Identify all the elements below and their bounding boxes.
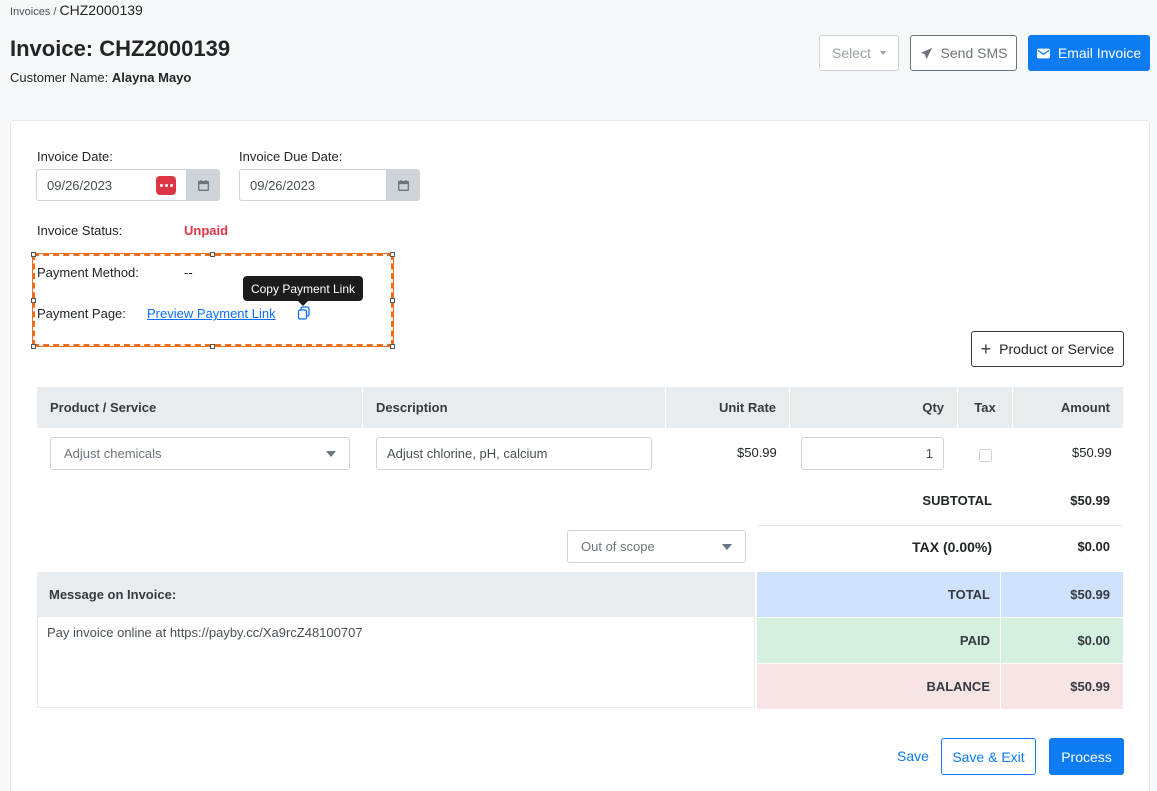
calendar-icon: [197, 179, 209, 191]
more-dots-icon[interactable]: [156, 175, 176, 195]
invoice-date-input[interactable]: 09/26/2023: [36, 169, 186, 201]
subtotal-label: SUBTOTAL: [922, 493, 992, 508]
resize-handle[interactable]: [210, 252, 215, 257]
paid-value: $0.00: [1001, 618, 1123, 663]
process-button[interactable]: Process: [1049, 738, 1124, 775]
column-header-qty: Qty: [789, 387, 957, 428]
dropdown-arrow-icon: [722, 543, 732, 550]
tax-rate-select-value: Out of scope: [581, 539, 655, 554]
resize-handle[interactable]: [31, 252, 36, 257]
add-product-label: Product or Service: [999, 341, 1115, 357]
email-invoice-label: Email Invoice: [1057, 45, 1142, 61]
invoice-date-label: Invoice Date:: [37, 149, 113, 164]
breadcrumb-invoices-link[interactable]: Invoices: [10, 6, 50, 18]
due-date-calendar-button[interactable]: [386, 169, 420, 201]
select-dropdown-button[interactable]: Select: [819, 35, 899, 71]
column-header-tax: Tax: [957, 387, 1012, 428]
due-date-input[interactable]: 09/26/2023: [239, 169, 386, 201]
breadcrumb-current: CHZ2000139: [59, 2, 143, 18]
resize-handle[interactable]: [31, 344, 36, 349]
product-select-value: Adjust chemicals: [64, 446, 162, 461]
column-header-product: Product / Service: [50, 400, 157, 415]
column-header-amount: Amount: [1012, 387, 1123, 428]
plus-icon: +: [980, 339, 992, 359]
customer-name: Customer Name: Alayna Mayo: [10, 70, 191, 85]
totals-divider: [757, 525, 1123, 526]
resize-handle[interactable]: [210, 344, 215, 349]
subtotal-value: $50.99: [1070, 493, 1110, 508]
add-product-or-service-button[interactable]: + Product or Service: [971, 331, 1124, 367]
tax-rate-select[interactable]: Out of scope: [567, 530, 746, 563]
payment-method-value: --: [184, 265, 193, 280]
dropdown-arrow-icon: [326, 450, 336, 457]
product-select[interactable]: Adjust chemicals: [50, 437, 350, 470]
tax-value: $0.00: [1077, 539, 1110, 554]
balance-value: $50.99: [1001, 664, 1123, 709]
balance-label: BALANCE: [757, 664, 1000, 709]
email-invoice-button[interactable]: Email Invoice: [1028, 35, 1150, 71]
send-sms-button[interactable]: Send SMS: [910, 35, 1017, 71]
total-value: $50.99: [1001, 572, 1123, 617]
envelope-icon: [1036, 48, 1050, 58]
line-items-table-header: Product / Service Description Unit Rate …: [37, 387, 1123, 428]
column-header-unit-rate: Unit Rate: [665, 387, 789, 428]
resize-handle[interactable]: [31, 298, 36, 303]
total-label: TOTAL: [757, 572, 1000, 617]
breadcrumb-separator: /: [50, 6, 60, 18]
calendar-icon: [397, 179, 409, 191]
payment-method-label: Payment Method:: [37, 265, 139, 280]
invoice-status-value: Unpaid: [184, 223, 229, 238]
caret-down-icon: [879, 51, 886, 55]
tax-checkbox[interactable]: [979, 449, 992, 462]
select-label: Select: [832, 45, 871, 61]
message-on-invoice-textarea[interactable]: Pay invoice online at https://payby.cc/X…: [37, 617, 755, 708]
payment-page-label: Payment Page:: [37, 306, 126, 321]
due-date-value: 09/26/2023: [250, 177, 316, 193]
tax-label: TAX (0.00%): [912, 539, 992, 555]
preview-payment-link[interactable]: Preview Payment Link: [147, 306, 276, 321]
paid-row: PAID $0.00: [757, 618, 1123, 663]
qty-input[interactable]: 1: [801, 437, 944, 470]
breadcrumb: Invoices / CHZ2000139: [10, 2, 143, 18]
paid-label: PAID: [757, 618, 1000, 663]
message-on-invoice-label: Message on Invoice:: [37, 572, 755, 617]
customer-name-value: Alayna Mayo: [111, 70, 192, 85]
total-row: TOTAL $50.99: [757, 572, 1123, 617]
due-date-label: Invoice Due Date:: [239, 149, 343, 164]
customer-name-label: Customer Name:: [10, 70, 109, 85]
balance-row: BALANCE $50.99: [757, 664, 1123, 709]
save-button[interactable]: Save: [897, 748, 929, 764]
unit-rate-value: $50.99: [737, 445, 777, 460]
resize-handle[interactable]: [390, 344, 395, 349]
copy-icon[interactable]: [297, 306, 311, 323]
invoice-date-calendar-button[interactable]: [186, 169, 220, 201]
invoice-date-group: 09/26/2023: [36, 169, 220, 201]
due-date-group: 09/26/2023: [239, 169, 420, 201]
description-input[interactable]: Adjust chlorine, pH, calcium: [376, 437, 652, 470]
save-and-exit-button[interactable]: Save & Exit: [941, 738, 1036, 775]
send-sms-label: Send SMS: [940, 45, 1008, 61]
amount-value: $50.99: [1072, 445, 1112, 460]
paper-plane-icon: [920, 47, 932, 59]
invoice-date-value: 09/26/2023: [47, 177, 113, 193]
resize-handle[interactable]: [390, 252, 395, 257]
invoice-status-label: Invoice Status:: [37, 223, 123, 238]
copy-payment-link-tooltip: Copy Payment Link: [243, 276, 363, 306]
column-header-description: Description: [362, 387, 665, 428]
page-title: Invoice: CHZ2000139: [10, 36, 231, 61]
resize-handle[interactable]: [390, 298, 395, 303]
